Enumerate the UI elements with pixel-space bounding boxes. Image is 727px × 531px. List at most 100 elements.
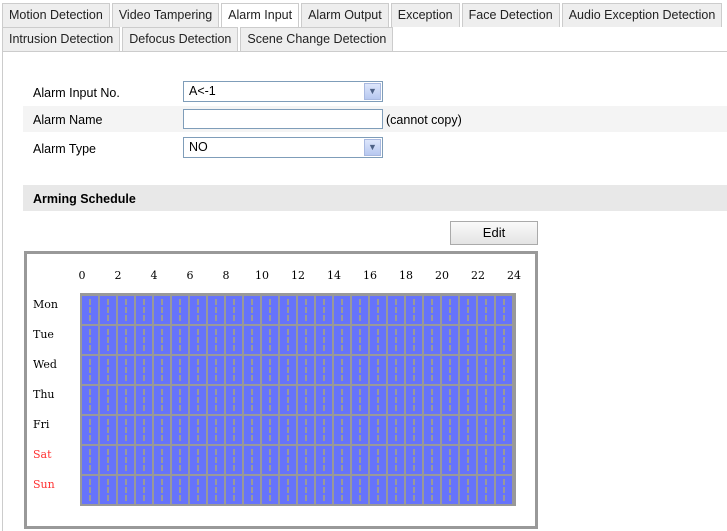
tab-defocus-detection[interactable]: Defocus Detection [122,27,239,51]
schedule-cell[interactable] [118,476,134,504]
schedule-cell[interactable] [496,416,512,444]
schedule-cell[interactable] [262,416,278,444]
schedule-cell[interactable] [370,416,386,444]
schedule-cell[interactable] [334,446,350,474]
schedule-cell[interactable] [406,476,422,504]
schedule-cell[interactable] [478,326,494,354]
schedule-cell[interactable] [226,326,242,354]
schedule-cell[interactable] [424,296,440,324]
schedule-cell[interactable] [496,476,512,504]
schedule-cell[interactable] [280,416,296,444]
schedule-cell[interactable] [136,386,152,414]
schedule-cell[interactable] [244,446,260,474]
schedule-cell[interactable] [406,326,422,354]
schedule-cell[interactable] [298,476,314,504]
schedule-cell[interactable] [370,446,386,474]
schedule-cell[interactable] [190,296,206,324]
chevron-down-icon[interactable]: ▼ [364,83,381,100]
schedule-cell[interactable] [154,446,170,474]
schedule-cell[interactable] [190,416,206,444]
schedule-cell[interactable] [136,356,152,384]
schedule-cell[interactable] [388,476,404,504]
schedule-cell[interactable] [226,356,242,384]
schedule-cell[interactable] [298,356,314,384]
schedule-cell[interactable] [334,326,350,354]
schedule-cell[interactable] [118,386,134,414]
schedule-cell[interactable] [370,356,386,384]
tab-face-detection[interactable]: Face Detection [461,3,560,27]
schedule-cell[interactable] [424,326,440,354]
tab-alarm-input[interactable]: Alarm Input [221,3,300,27]
schedule-cell[interactable] [190,446,206,474]
schedule-cell[interactable] [244,326,260,354]
schedule-cell[interactable] [226,296,242,324]
schedule-cell[interactable] [190,386,206,414]
schedule-cell[interactable] [100,356,116,384]
schedule-cell[interactable] [316,476,332,504]
schedule-cell[interactable] [82,476,98,504]
schedule-cell[interactable] [460,416,476,444]
schedule-cell[interactable] [172,326,188,354]
schedule-cell[interactable] [244,356,260,384]
alarm-type-select[interactable]: NO ▼ [183,137,383,158]
schedule-cell[interactable] [280,296,296,324]
schedule-cell[interactable] [406,386,422,414]
schedule-cell[interactable] [136,416,152,444]
schedule-cell[interactable] [136,296,152,324]
schedule-cell[interactable] [388,446,404,474]
schedule-cell[interactable] [478,476,494,504]
schedule-cell[interactable] [244,476,260,504]
schedule-cell[interactable] [208,326,224,354]
schedule-cell[interactable] [316,356,332,384]
schedule-cell[interactable] [100,476,116,504]
schedule-cell[interactable] [370,296,386,324]
schedule-cell[interactable] [262,446,278,474]
schedule-cell[interactable] [460,326,476,354]
schedule-cell[interactable] [82,386,98,414]
schedule-cell[interactable] [460,356,476,384]
schedule-cell[interactable] [334,296,350,324]
chevron-down-icon[interactable]: ▼ [364,139,381,156]
edit-button[interactable]: Edit [450,221,538,245]
tab-video-tampering[interactable]: Video Tampering [111,3,220,27]
schedule-cell[interactable] [334,386,350,414]
schedule-cell[interactable] [82,296,98,324]
schedule-cell[interactable] [244,416,260,444]
schedule-cell[interactable] [226,476,242,504]
schedule-cell[interactable] [298,296,314,324]
schedule-cell[interactable] [100,416,116,444]
schedule-cell[interactable] [172,446,188,474]
schedule-cell[interactable] [496,326,512,354]
schedule-cell[interactable] [208,476,224,504]
schedule-cell[interactable] [478,296,494,324]
schedule-cell[interactable] [370,476,386,504]
schedule-cell[interactable] [496,356,512,384]
schedule-cell[interactable] [280,326,296,354]
schedule-cell[interactable] [352,296,368,324]
schedule-cell[interactable] [262,476,278,504]
schedule-cell[interactable] [316,296,332,324]
tab-audio-exception-detection[interactable]: Audio Exception Detection [561,3,723,27]
schedule-cell[interactable] [496,446,512,474]
schedule-cell[interactable] [316,386,332,414]
schedule-cell[interactable] [82,326,98,354]
schedule-cell[interactable] [100,386,116,414]
schedule-cell[interactable] [208,296,224,324]
schedule-cell[interactable] [154,386,170,414]
schedule-cell[interactable] [388,296,404,324]
schedule-cell[interactable] [424,476,440,504]
schedule-cell[interactable] [100,446,116,474]
schedule-cell[interactable] [82,356,98,384]
schedule-cell[interactable] [352,416,368,444]
schedule-cell[interactable] [280,476,296,504]
schedule-cell[interactable] [154,416,170,444]
schedule-cell[interactable] [352,326,368,354]
schedule-cell[interactable] [136,476,152,504]
schedule-cell[interactable] [136,446,152,474]
schedule-cell[interactable] [226,446,242,474]
schedule-cell[interactable] [388,416,404,444]
schedule-cell[interactable] [226,416,242,444]
schedule-cell[interactable] [442,446,458,474]
schedule-cell[interactable] [154,326,170,354]
schedule-cell[interactable] [460,446,476,474]
